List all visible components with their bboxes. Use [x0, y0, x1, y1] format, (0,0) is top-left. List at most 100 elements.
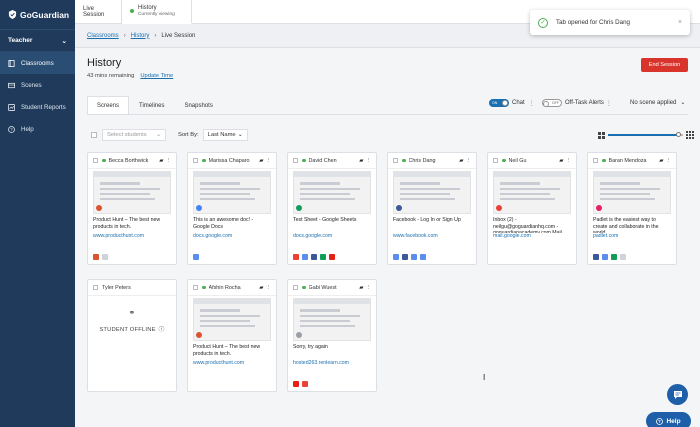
tab-favicon-icon[interactable] [420, 254, 426, 260]
sidebar-item-scenes[interactable]: Scenes [0, 74, 75, 96]
tab-favicon-icon[interactable] [411, 254, 417, 260]
tab-snapshots[interactable]: Snapshots [174, 96, 222, 114]
student-card[interactable]: Marissa Chaparo ▰ ⋮ This is an awesome doc!… [187, 152, 277, 265]
student-card[interactable]: Gabi Wuest ▰ ⋮ Sorry, try again hosted263.re… [287, 279, 377, 392]
more-vertical-icon[interactable]: ⋮ [366, 285, 372, 291]
student-checkbox[interactable] [193, 158, 198, 163]
tab-favicon-icon[interactable] [293, 381, 299, 387]
tab-screens[interactable]: Screens [87, 96, 130, 114]
student-checkbox[interactable] [93, 285, 98, 290]
tab-favicon-icon[interactable] [302, 381, 308, 387]
end-session-button[interactable]: End Session [641, 58, 688, 72]
more-vertical-icon[interactable]: ⋮ [466, 158, 472, 164]
student-checkbox[interactable] [593, 158, 598, 163]
more-vertical-icon[interactable]: ⋮ [566, 158, 572, 164]
student-checkbox[interactable] [193, 285, 198, 290]
tab-favicon-icon[interactable] [320, 254, 326, 260]
scene-select[interactable]: No scene applied ⌄ [630, 99, 685, 107]
tab-favicon-icon[interactable] [93, 254, 99, 260]
tab-history[interactable]: History Currently viewing [122, 0, 192, 24]
tab-favicon-icon[interactable] [193, 254, 199, 260]
student-card[interactable]: David Chen ▰ ⋮ Test Sheet - Google Sheets do… [287, 152, 377, 265]
tab-favicon-icon[interactable] [102, 254, 108, 260]
goguardian-logo[interactable]: GoGuardian [0, 0, 75, 30]
sidebar-item-classrooms[interactable]: Classrooms [0, 52, 75, 74]
zoom-slider[interactable] [608, 132, 683, 137]
chat-icon[interactable]: ▰ [559, 158, 563, 164]
chat-fab-button[interactable] [667, 384, 688, 405]
page-url[interactable]: docs.google.com [288, 233, 376, 239]
screen-thumbnail[interactable] [193, 298, 271, 341]
grid-large-icon[interactable] [686, 131, 694, 139]
tab-favicon-icon[interactable] [620, 254, 626, 260]
screen-thumbnail[interactable] [293, 171, 371, 214]
chat-icon[interactable]: ▰ [259, 285, 263, 291]
tab-favicon-icon[interactable] [611, 254, 617, 260]
more-vertical-icon[interactable]: ⋮ [266, 158, 272, 164]
page-url[interactable]: hosted263.renlearn.com [288, 360, 376, 366]
student-checkbox[interactable] [393, 158, 398, 163]
student-card[interactable]: Tyler Peters ⚭ STUDENT OFFLINE ⓘ [87, 279, 177, 392]
tab-timelines[interactable]: Timelines [129, 96, 174, 114]
page-url[interactable]: www.producthunt.com [88, 233, 176, 239]
tab-favicon-icon[interactable] [602, 254, 608, 260]
screen-thumbnail[interactable] [93, 171, 171, 214]
student-checkbox[interactable] [293, 158, 298, 163]
student-checkbox[interactable] [293, 285, 298, 290]
student-card[interactable]: Becca Borthwick ▰ ⋮ Product Hunt – The best… [87, 152, 177, 265]
screen-thumbnail[interactable] [193, 171, 271, 214]
tab-favicon-icon[interactable] [293, 254, 299, 260]
zoom-slider-knob[interactable] [676, 132, 682, 137]
breadcrumb-history[interactable]: History [131, 33, 150, 39]
chat-icon[interactable]: ▰ [359, 158, 363, 164]
tab-favicon-icon[interactable] [329, 254, 335, 260]
screen-thumbnail[interactable] [293, 298, 371, 341]
student-card[interactable]: Chris Dang ▰ ⋮ Facebook - Log In or Sign Up… [387, 152, 477, 265]
chat-toggle[interactable]: ON Chat ⋮ [489, 99, 535, 107]
chat-switch[interactable]: ON [489, 99, 509, 107]
chat-icon[interactable]: ▰ [159, 158, 163, 164]
more-vertical-icon[interactable]: ⋮ [166, 158, 172, 164]
chat-icon[interactable]: ▰ [359, 285, 363, 291]
update-time-link[interactable]: Update Time [140, 73, 173, 79]
tab-favicon-icon[interactable] [402, 254, 408, 260]
page-url[interactable]: mail.google.com [488, 233, 576, 239]
screen-thumbnail[interactable] [493, 171, 571, 214]
offtask-toggle[interactable]: OFF Off-Task Alerts ⋮ [542, 99, 612, 107]
more-vertical-icon[interactable]: ⋮ [606, 100, 612, 107]
student-checkbox[interactable] [493, 158, 498, 163]
tab-favicon-icon[interactable] [311, 254, 317, 260]
student-card[interactable]: Baran Mendoza ▰ ⋮ Padlet is the easiest way… [587, 152, 677, 265]
screen-thumbnail[interactable] [593, 171, 671, 214]
chat-icon[interactable]: ▰ [259, 158, 263, 164]
tab-favicon-icon[interactable] [302, 254, 308, 260]
page-url[interactable]: www.producthunt.com [188, 360, 276, 366]
tab-favicon-icon[interactable] [393, 254, 399, 260]
tab-live-session[interactable]: Live Session [75, 0, 122, 24]
page-url[interactable]: padlet.com [588, 233, 676, 239]
more-vertical-icon[interactable]: ⋮ [666, 158, 672, 164]
page-url[interactable]: docs.google.com [188, 233, 276, 239]
sidebar-item-help[interactable]: ? Help [0, 118, 75, 140]
role-selector[interactable]: Teacher ⌄ [0, 30, 75, 52]
more-vertical-icon[interactable]: ⋮ [366, 158, 372, 164]
student-card[interactable]: Afshin Rocha ▰ ⋮ Product Hunt – The best ne… [187, 279, 277, 392]
student-card[interactable]: Neil Gu ▰ ⋮ Inbox (2) - neilgu@goguardianhq… [487, 152, 577, 265]
more-vertical-icon[interactable]: ⋮ [529, 100, 535, 107]
student-checkbox[interactable] [93, 158, 98, 163]
close-icon[interactable]: × [678, 19, 682, 26]
grid-small-icon[interactable] [598, 131, 605, 139]
info-icon[interactable]: ⓘ [159, 327, 165, 333]
sidebar-item-student-reports[interactable]: Student Reports [0, 96, 75, 118]
more-vertical-icon[interactable]: ⋮ [266, 285, 272, 291]
breadcrumb-classrooms[interactable]: Classrooms [87, 33, 119, 39]
page-url[interactable]: www.facebook.com [388, 233, 476, 239]
tab-favicon-icon[interactable] [593, 254, 599, 260]
screen-thumbnail[interactable] [393, 171, 471, 214]
select-all-checkbox[interactable] [91, 132, 97, 138]
chat-icon[interactable]: ▰ [659, 158, 663, 164]
help-fab-button[interactable]: ? Help [646, 412, 691, 427]
chat-icon[interactable]: ▰ [459, 158, 463, 164]
sort-dropdown[interactable]: Last Name ⌄ [202, 129, 248, 141]
offtask-switch[interactable]: OFF [542, 99, 562, 107]
